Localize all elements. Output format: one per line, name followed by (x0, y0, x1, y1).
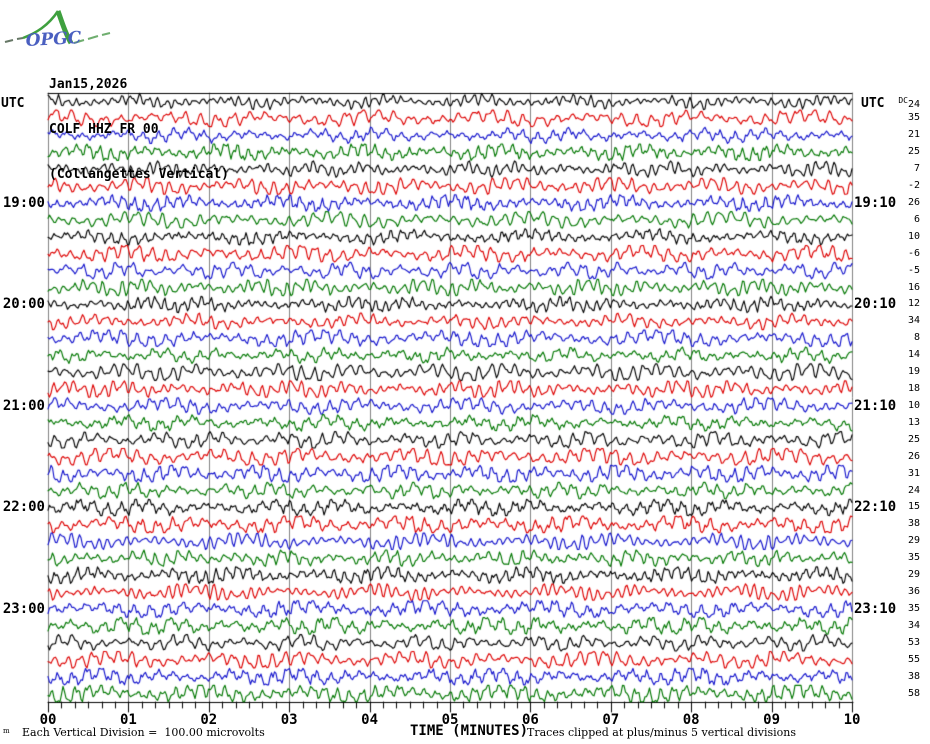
dc-value-label: DC24 (858, 96, 920, 110)
hour-label-left: 22:00 (0, 500, 45, 514)
x-tick-label: 03 (281, 712, 298, 728)
header-station: COLF HHZ FR 00 (49, 122, 229, 137)
dc-value: 35 (908, 603, 920, 614)
footer-scale-note: Each Vertical Division = 100.00 microvol… (22, 726, 265, 739)
dc-value-label: 29 (858, 570, 920, 580)
dc-value-label: -2 (858, 181, 920, 191)
dc-value: 10 (908, 400, 920, 411)
dc-value-label: 10 (858, 401, 920, 411)
dc-value-label: 7 (858, 164, 920, 174)
dc-value: 21 (908, 129, 920, 140)
dc-value: 7 (914, 163, 920, 174)
dc-value-label: 25 (858, 147, 920, 157)
dc-value-label: 14 (858, 350, 920, 360)
dc-value-label: 58 (858, 689, 920, 699)
dc-value-label: 53 (858, 638, 920, 648)
dc-value-label: 34 (858, 621, 920, 631)
dc-value: 19 (908, 366, 920, 377)
dc-value: 26 (908, 451, 920, 462)
dc-value-label: 26 (858, 452, 920, 462)
dc-value: 58 (908, 688, 920, 699)
dc-value: 53 (908, 637, 920, 648)
dc-value: 16 (908, 282, 920, 293)
dc-value: 29 (908, 569, 920, 580)
dc-value: 38 (908, 518, 920, 529)
footer-corner-mark: m (3, 727, 10, 735)
dc-value-label: 10 (858, 232, 920, 242)
logo-dash-left (5, 38, 23, 42)
dc-value: 35 (908, 112, 920, 123)
dc-value-label: 16 (858, 283, 920, 293)
header-description: (Collangettes Vertical) (49, 167, 229, 182)
dc-value-label: 29 (858, 536, 920, 546)
dc-value: 12 (908, 298, 920, 309)
dc-value-label: 35 (858, 553, 920, 563)
dc-value: 25 (908, 146, 920, 157)
dc-column-header: DC (898, 96, 908, 105)
dc-value: 6 (914, 214, 920, 225)
dc-value: 35 (908, 552, 920, 563)
dc-value-label: 31 (858, 469, 920, 479)
plot-header: Jan15,2026 COLF HHZ FR 00 (Collangettes … (49, 47, 229, 212)
dc-value: 24 (908, 485, 920, 496)
dc-value: 13 (908, 417, 920, 428)
dc-value-label: 38 (858, 519, 920, 529)
hour-label-left: 21:00 (0, 399, 45, 413)
dc-value: 29 (908, 535, 920, 546)
dc-value: 26 (908, 197, 920, 208)
dc-value-label: 15 (858, 502, 920, 512)
dc-value-label: 21 (858, 130, 920, 140)
opgc-logo: OPGC (2, 2, 114, 52)
dc-value: 25 (908, 434, 920, 445)
dc-value: 14 (908, 349, 920, 360)
dc-value: 34 (908, 315, 920, 326)
dc-value-label: 8 (858, 333, 920, 343)
dc-value: 8 (914, 332, 920, 343)
dc-value: 36 (908, 586, 920, 597)
utc-label-left: UTC (1, 96, 24, 111)
dc-value: -2 (908, 180, 920, 191)
dc-value: 24 (908, 99, 920, 110)
helicorder-page: OPGC Jan15,2026 COLF HHZ FR 00 (Collange… (0, 0, 930, 744)
dc-value-label: 26 (858, 198, 920, 208)
dc-value-label: 19 (858, 367, 920, 377)
dc-value-label: 18 (858, 384, 920, 394)
header-date: Jan15,2026 (49, 77, 229, 92)
dc-value: 55 (908, 654, 920, 665)
dc-value: -5 (908, 265, 920, 276)
dc-value-label: 25 (858, 435, 920, 445)
dc-value-label: 13 (858, 418, 920, 428)
x-axis-title: TIME (MINUTES) (410, 723, 528, 739)
footer-clip-note: Traces clipped at plus/minus 5 vertical … (527, 726, 796, 739)
x-tick-label: 04 (361, 712, 378, 728)
hour-label-left: 23:00 (0, 602, 45, 616)
dc-value-label: -5 (858, 266, 920, 276)
hour-label-left: 20:00 (0, 297, 45, 311)
dc-value-label: 36 (858, 587, 920, 597)
dc-value: -6 (908, 248, 920, 259)
dc-value-label: 38 (858, 672, 920, 682)
dc-value: 34 (908, 620, 920, 631)
dc-value-label: -6 (858, 249, 920, 259)
dc-value-label: 6 (858, 215, 920, 225)
dc-value-label: 55 (858, 655, 920, 665)
dc-value: 10 (908, 231, 920, 242)
dc-value: 15 (908, 501, 920, 512)
dc-value-label: 35 (858, 604, 920, 614)
dc-value-label: 24 (858, 486, 920, 496)
dc-value: 38 (908, 671, 920, 682)
dc-value: 18 (908, 383, 920, 394)
dc-value-label: 12 (858, 299, 920, 309)
dc-value: 31 (908, 468, 920, 479)
hour-label-left: 19:00 (0, 196, 45, 210)
dc-value-label: 34 (858, 316, 920, 326)
x-tick-label: 10 (844, 712, 861, 728)
dc-value-label: 35 (858, 113, 920, 123)
